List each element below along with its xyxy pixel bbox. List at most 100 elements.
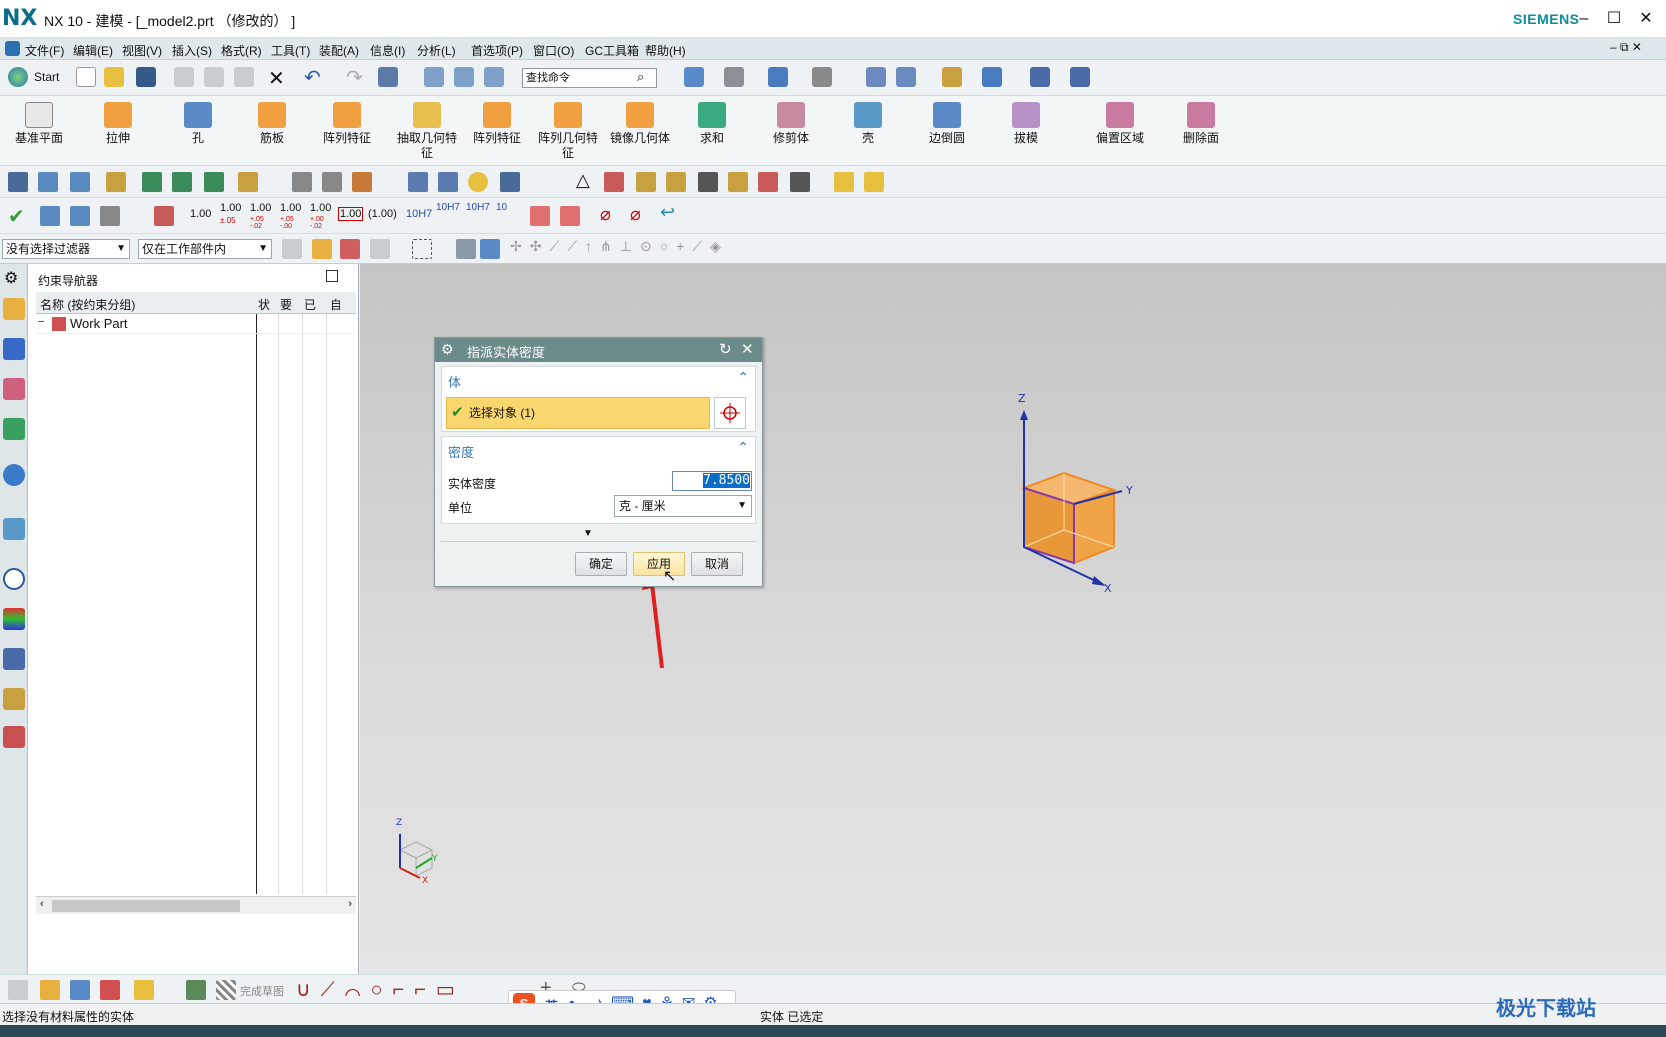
datum-plane-button[interactable]: 基准平面 bbox=[10, 98, 68, 146]
apply-button[interactable]: 应用 bbox=[633, 552, 685, 576]
gold-box-icon-b[interactable] bbox=[864, 172, 884, 192]
scroll-right-icon[interactable]: › bbox=[348, 898, 352, 910]
copy-icon[interactable] bbox=[204, 67, 224, 87]
density-section-title[interactable]: 密度 bbox=[448, 442, 474, 461]
gear-grid-icon[interactable] bbox=[666, 172, 686, 192]
web-browser-icon[interactable] bbox=[3, 518, 25, 540]
collapse-body-icon[interactable]: ⌃ bbox=[737, 369, 749, 386]
tool-icon[interactable] bbox=[500, 172, 520, 192]
delete-icon[interactable]: ✕ bbox=[268, 66, 285, 91]
bt-icon-e[interactable] bbox=[134, 980, 154, 1000]
tol-basic[interactable]: 1.00 bbox=[338, 207, 364, 221]
menu-window[interactable]: 窗口(O) bbox=[533, 42, 574, 59]
start-menu[interactable]: Start bbox=[34, 70, 59, 84]
layer-settings-icon[interactable] bbox=[38, 172, 58, 192]
unite-button[interactable]: 求和 bbox=[686, 98, 738, 146]
pmi-dimension-icon[interactable] bbox=[154, 206, 174, 226]
menu-tools[interactable]: 工具(T) bbox=[271, 42, 310, 59]
trim-body-button[interactable]: 修剪体 bbox=[762, 98, 820, 146]
feature-icon-a[interactable] bbox=[142, 172, 162, 192]
menu-edit[interactable]: 编辑(E) bbox=[73, 42, 113, 59]
pmi-icon-b[interactable] bbox=[70, 206, 90, 226]
sheet-icon[interactable] bbox=[698, 172, 718, 192]
fit-10h7[interactable]: 10H7 bbox=[406, 208, 432, 220]
edge-blend-button[interactable]: 边倒圆 bbox=[916, 98, 978, 146]
work-part-label[interactable]: Work Part bbox=[70, 316, 128, 331]
doc-minimize-icon[interactable]: – ⧉ ✕ bbox=[1610, 40, 1642, 55]
annotation-icon[interactable] bbox=[238, 172, 258, 192]
menu-insert[interactable]: 插入(S) bbox=[172, 42, 212, 59]
pattern-feature-button[interactable]: 阵列特征 bbox=[318, 98, 376, 146]
palette-icon[interactable] bbox=[3, 608, 25, 630]
save-icon[interactable] bbox=[136, 67, 156, 87]
pattern-feature-button-2[interactable]: 阵列特征 bbox=[468, 98, 526, 146]
layer-icon[interactable] bbox=[484, 67, 504, 87]
diameter-icon-b[interactable]: ⌀ bbox=[630, 204, 641, 225]
settings-icon[interactable]: ⚙ bbox=[4, 268, 18, 288]
select-filter-icon[interactable] bbox=[982, 67, 1002, 87]
new-icon[interactable] bbox=[76, 67, 96, 87]
col-auto[interactable]: 自 bbox=[330, 296, 340, 313]
menu-preferences[interactable]: 首选项(P) bbox=[471, 42, 523, 59]
process-studio-icon[interactable] bbox=[3, 648, 25, 670]
curve-tools-icons[interactable]: ∪⟋⌒○⌐⌐▭ bbox=[296, 977, 465, 1002]
component-icon[interactable] bbox=[896, 67, 916, 87]
finish-sketch-icon[interactable] bbox=[216, 980, 236, 1000]
tol-unilateral-upper[interactable]: 1.00 bbox=[280, 202, 301, 214]
menu-view[interactable]: 视图(V) bbox=[122, 42, 162, 59]
assembly-icon[interactable] bbox=[866, 67, 886, 87]
finish-sketch-label[interactable]: 完成草图 bbox=[240, 983, 284, 999]
system-materials-icon[interactable] bbox=[3, 726, 25, 748]
rib-button[interactable]: 筋板 bbox=[244, 98, 300, 146]
close-button[interactable]: ✕ bbox=[1632, 6, 1660, 32]
fit-10-tol[interactable]: 10 bbox=[496, 202, 507, 213]
fit-10h7-tol[interactable]: 10H7 bbox=[466, 202, 490, 213]
menu-info[interactable]: 信息(I) bbox=[370, 42, 405, 59]
bt-icon-a[interactable] bbox=[8, 980, 28, 1000]
bt-icon-b[interactable] bbox=[40, 980, 60, 1000]
assembly-navigator-icon[interactable] bbox=[3, 338, 25, 360]
menu-assembly[interactable]: 装配(A) bbox=[319, 42, 359, 59]
grid-plus-icon[interactable] bbox=[636, 172, 656, 192]
constraint-navigator-icon[interactable] bbox=[3, 378, 25, 400]
tol-reference[interactable]: (1.00) bbox=[368, 208, 397, 220]
extrude-button[interactable]: 拉伸 bbox=[90, 98, 146, 146]
gold-box-icon-a[interactable] bbox=[834, 172, 854, 192]
feature-icon-c[interactable] bbox=[204, 172, 224, 192]
measure-ruler-icon[interactable] bbox=[1070, 67, 1090, 87]
menu-help[interactable]: 帮助(H) bbox=[645, 42, 686, 59]
crosshair-button[interactable] bbox=[714, 397, 746, 429]
tol-unilateral-lower[interactable]: 1.00 bbox=[310, 202, 331, 214]
maximize-button[interactable]: ☐ bbox=[1600, 6, 1628, 32]
dimension-icon[interactable] bbox=[758, 172, 778, 192]
col-status[interactable]: 状 bbox=[258, 296, 270, 313]
select-object-row[interactable]: ✔ 选择对象 (1) bbox=[446, 397, 710, 429]
select-body-icon[interactable] bbox=[456, 239, 476, 259]
filter-icon-b[interactable] bbox=[312, 239, 332, 259]
offset-region-button[interactable]: 偏置区域 bbox=[1086, 98, 1154, 146]
minimize-button[interactable]: – bbox=[1570, 6, 1598, 32]
info-icon[interactable] bbox=[3, 464, 25, 486]
move-object-icon[interactable] bbox=[454, 67, 474, 87]
sketch-icon[interactable] bbox=[8, 172, 28, 192]
filter-icon-c[interactable] bbox=[340, 239, 360, 259]
solid-cube[interactable] bbox=[1020, 471, 1118, 565]
symbol-icon[interactable] bbox=[352, 172, 372, 192]
text-icon[interactable] bbox=[106, 172, 126, 192]
col-name[interactable]: 名称 (按约束分组) bbox=[40, 296, 135, 313]
density-input[interactable]: 7.8500 bbox=[672, 471, 752, 491]
part-navigator-icon[interactable] bbox=[3, 298, 25, 320]
scroll-left-icon[interactable]: ‹ bbox=[40, 898, 44, 910]
collapse-density-icon[interactable]: ⌃ bbox=[737, 439, 749, 456]
search-icon[interactable]: ⌕ bbox=[637, 69, 644, 85]
rect-select-icon[interactable] bbox=[412, 239, 432, 259]
menu-gc-toolbox[interactable]: GC工具箱 bbox=[585, 42, 639, 59]
col-done[interactable]: 已 bbox=[304, 296, 316, 313]
feature-icon-b[interactable] bbox=[172, 172, 192, 192]
select-icon[interactable] bbox=[378, 67, 398, 87]
tol-bilateral[interactable]: 1.00 bbox=[250, 202, 271, 214]
open-icon[interactable] bbox=[104, 67, 124, 87]
rdim-icon-a[interactable] bbox=[530, 206, 550, 226]
menu-format[interactable]: 格式(R) bbox=[221, 42, 262, 59]
curve-icon[interactable] bbox=[292, 172, 312, 192]
